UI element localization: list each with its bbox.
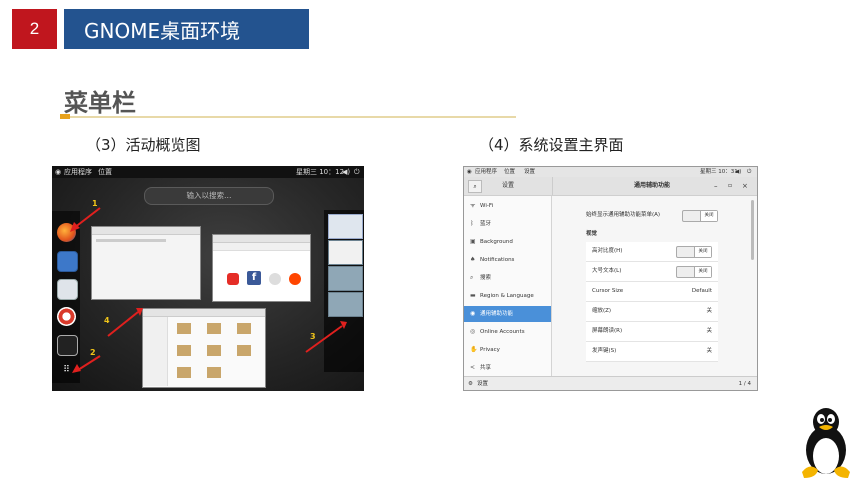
minimize-icon[interactable]: – (714, 177, 718, 195)
row-label: Cursor Size (592, 288, 624, 294)
settings-places-menu[interactable]: 位置 (504, 167, 515, 177)
sidebar-item-region[interactable]: ▬ Region & Language (464, 288, 551, 304)
caption-settings: （4）系统设置主界面 (479, 136, 624, 154)
sidebar-item-label: Wi-Fi (480, 203, 494, 209)
row-value: 关 (706, 328, 712, 334)
search-icon[interactable]: ⌕ (468, 180, 482, 193)
annotation-label-1: 1 (92, 199, 98, 208)
sidebar-item-online-accounts[interactable]: ◎ Online Accounts (464, 324, 551, 340)
sound-keys-row[interactable]: 发声键(S) 关 (586, 342, 718, 362)
accessibility-icon: ◉ (470, 310, 476, 317)
annotation-label-4: 4 (104, 316, 110, 325)
wifi-icon: ᯤ (470, 202, 476, 209)
section-underline (64, 116, 516, 118)
share-icon: < (470, 364, 476, 371)
annotation-label-3: 3 (310, 332, 316, 341)
scrollbar[interactable] (751, 200, 754, 260)
settings-topbar: ◉ 应用程序 位置 设置 星期三 10：31 ◀) ⏻ (464, 167, 757, 177)
large-text-toggle[interactable]: 关闭 (676, 266, 712, 278)
always-show-row: 始终显示通用辅助功能菜单(A) 关闭 (586, 208, 718, 222)
sidebar-item-label: 共享 (480, 365, 492, 371)
annotation-arrows (70, 207, 347, 373)
footer-page-indicator: 1 / 4 (738, 381, 751, 387)
footer-app-label[interactable]: 设置 (477, 377, 488, 390)
accounts-icon: ◎ (470, 328, 476, 335)
sidebar-item-label: Background (480, 239, 513, 245)
volume-icon[interactable]: ◀) (735, 167, 741, 177)
sidebar-item-label: 搜索 (480, 275, 492, 281)
sidebar-item-label: 通用辅助功能 (480, 311, 514, 317)
privacy-icon: ✋ (470, 346, 478, 353)
sidebar-item-bluetooth[interactable]: ᛒ 蓝牙 (464, 216, 551, 232)
region-icon: ▬ (470, 292, 476, 299)
sidebar-item-accessibility[interactable]: ◉ 通用辅助功能 (464, 306, 551, 322)
sidebar-item-label: Region & Language (480, 293, 534, 299)
seeing-header: 视觉 (586, 231, 598, 237)
row-label: 高对比度(H) (592, 248, 623, 254)
settings-screenshot: ◉ 应用程序 位置 设置 星期三 10：31 ◀) ⏻ ⌕ 设置 通用辅助功能 … (463, 166, 758, 391)
row-label: 大号文本(L) (592, 268, 622, 274)
arrow-2 (77, 355, 101, 371)
zoom-row[interactable]: 缩放(Z) 关 (586, 302, 718, 322)
large-text-row[interactable]: 大号文本(L) 关闭 (586, 262, 718, 282)
arrow-1 (73, 207, 101, 229)
activities-overview-screenshot: ◉ 应用程序 位置 星期三 10：12 ◀) ⏻ 输入以搜索… ⠿ f 1 2 … (52, 166, 364, 391)
settings-app-menu[interactable]: 设置 (524, 167, 535, 177)
settings-sidebar: ᯤ Wi-Fi ᛒ 蓝牙 ▣ Background ♠ Notifications ⌕ 搜… (464, 196, 552, 376)
section-title: 菜单栏 (64, 89, 136, 117)
always-show-label: 始终显示通用辅助功能菜单(A) (586, 212, 661, 218)
settings-headerbar: ⌕ 设置 通用辅助功能 – ▫ × (464, 177, 757, 196)
caption-overview: （3）活动概览图 (86, 136, 201, 154)
slide-title: GNOME桌面环境 (64, 9, 309, 49)
row-label: 屏幕朗读(R) (592, 328, 623, 334)
settings-footer: ⚙ 设置 1 / 4 (464, 376, 757, 390)
row-value: 关 (706, 348, 712, 354)
arrow-4 (107, 311, 139, 337)
toggle-state: 关闭 (700, 211, 717, 221)
settings-logo-icon: ◉ (467, 169, 472, 175)
section-underline-accent (60, 114, 70, 119)
sidebar-item-label: 蓝牙 (480, 221, 492, 227)
always-show-toggle[interactable]: 关闭 (682, 210, 718, 222)
maximize-icon[interactable]: ▫ (728, 177, 732, 195)
screen-reader-row[interactable]: 屏幕朗读(R) 关 (586, 322, 718, 342)
sidebar-item-search[interactable]: ⌕ 搜索 (464, 270, 551, 286)
panel-title: 通用辅助功能 (634, 182, 671, 189)
annotation-label-2: 2 (90, 348, 96, 357)
sidebar-item-privacy[interactable]: ✋ Privacy (464, 342, 551, 358)
slide-number: 2 (12, 9, 57, 49)
background-icon: ▣ (470, 238, 476, 245)
sidebar-item-background[interactable]: ▣ Background (464, 234, 551, 250)
sidebar-item-sharing[interactable]: < 共享 (464, 360, 551, 376)
sidebar-item-label: Online Accounts (480, 329, 525, 335)
accessibility-panel: 始终显示通用辅助功能菜单(A) 关闭 视觉 高对比度(H) 关闭 大号文本(L)… (552, 196, 757, 376)
search-icon: ⌕ (470, 274, 474, 281)
sidebar-item-notifications[interactable]: ♠ Notifications (464, 252, 551, 268)
row-value: Default (691, 288, 712, 294)
settings-footer-icon: ⚙ (468, 381, 473, 387)
row-label: 发声键(S) (592, 348, 617, 354)
power-icon[interactable]: ⏻ (747, 167, 751, 177)
sidebar-item-label: Notifications (480, 257, 515, 263)
sidebar-title: 设置 (502, 182, 515, 189)
cursor-size-row[interactable]: Cursor Size Default (586, 282, 718, 302)
sidebar-item-wifi[interactable]: ᯤ Wi-Fi (464, 198, 551, 214)
bell-icon: ♠ (470, 256, 476, 263)
sidebar-item-label: Privacy (480, 347, 500, 353)
bluetooth-icon: ᛒ (470, 220, 474, 227)
settings-apps-menu[interactable]: 应用程序 (475, 167, 497, 177)
tux-penguin-logo (802, 408, 850, 478)
close-icon[interactable]: × (742, 177, 748, 195)
row-value: 关 (706, 308, 712, 314)
toggle-state: 关闭 (694, 267, 711, 277)
settings-clock[interactable]: 星期三 10：31 (700, 167, 738, 177)
row-label: 缩放(Z) (592, 308, 612, 314)
high-contrast-row[interactable]: 高对比度(H) 关闭 (586, 242, 718, 262)
high-contrast-toggle[interactable]: 关闭 (676, 246, 712, 258)
toggle-state: 关闭 (694, 247, 711, 257)
